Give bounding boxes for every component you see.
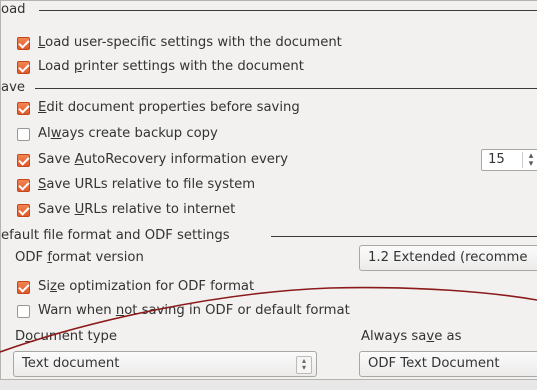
decorative-curve	[0, 286, 537, 353]
options-load-save-page: oad Load user-specific settings with the…	[0, 0, 537, 390]
decorative-curve-line	[0, 286, 537, 353]
